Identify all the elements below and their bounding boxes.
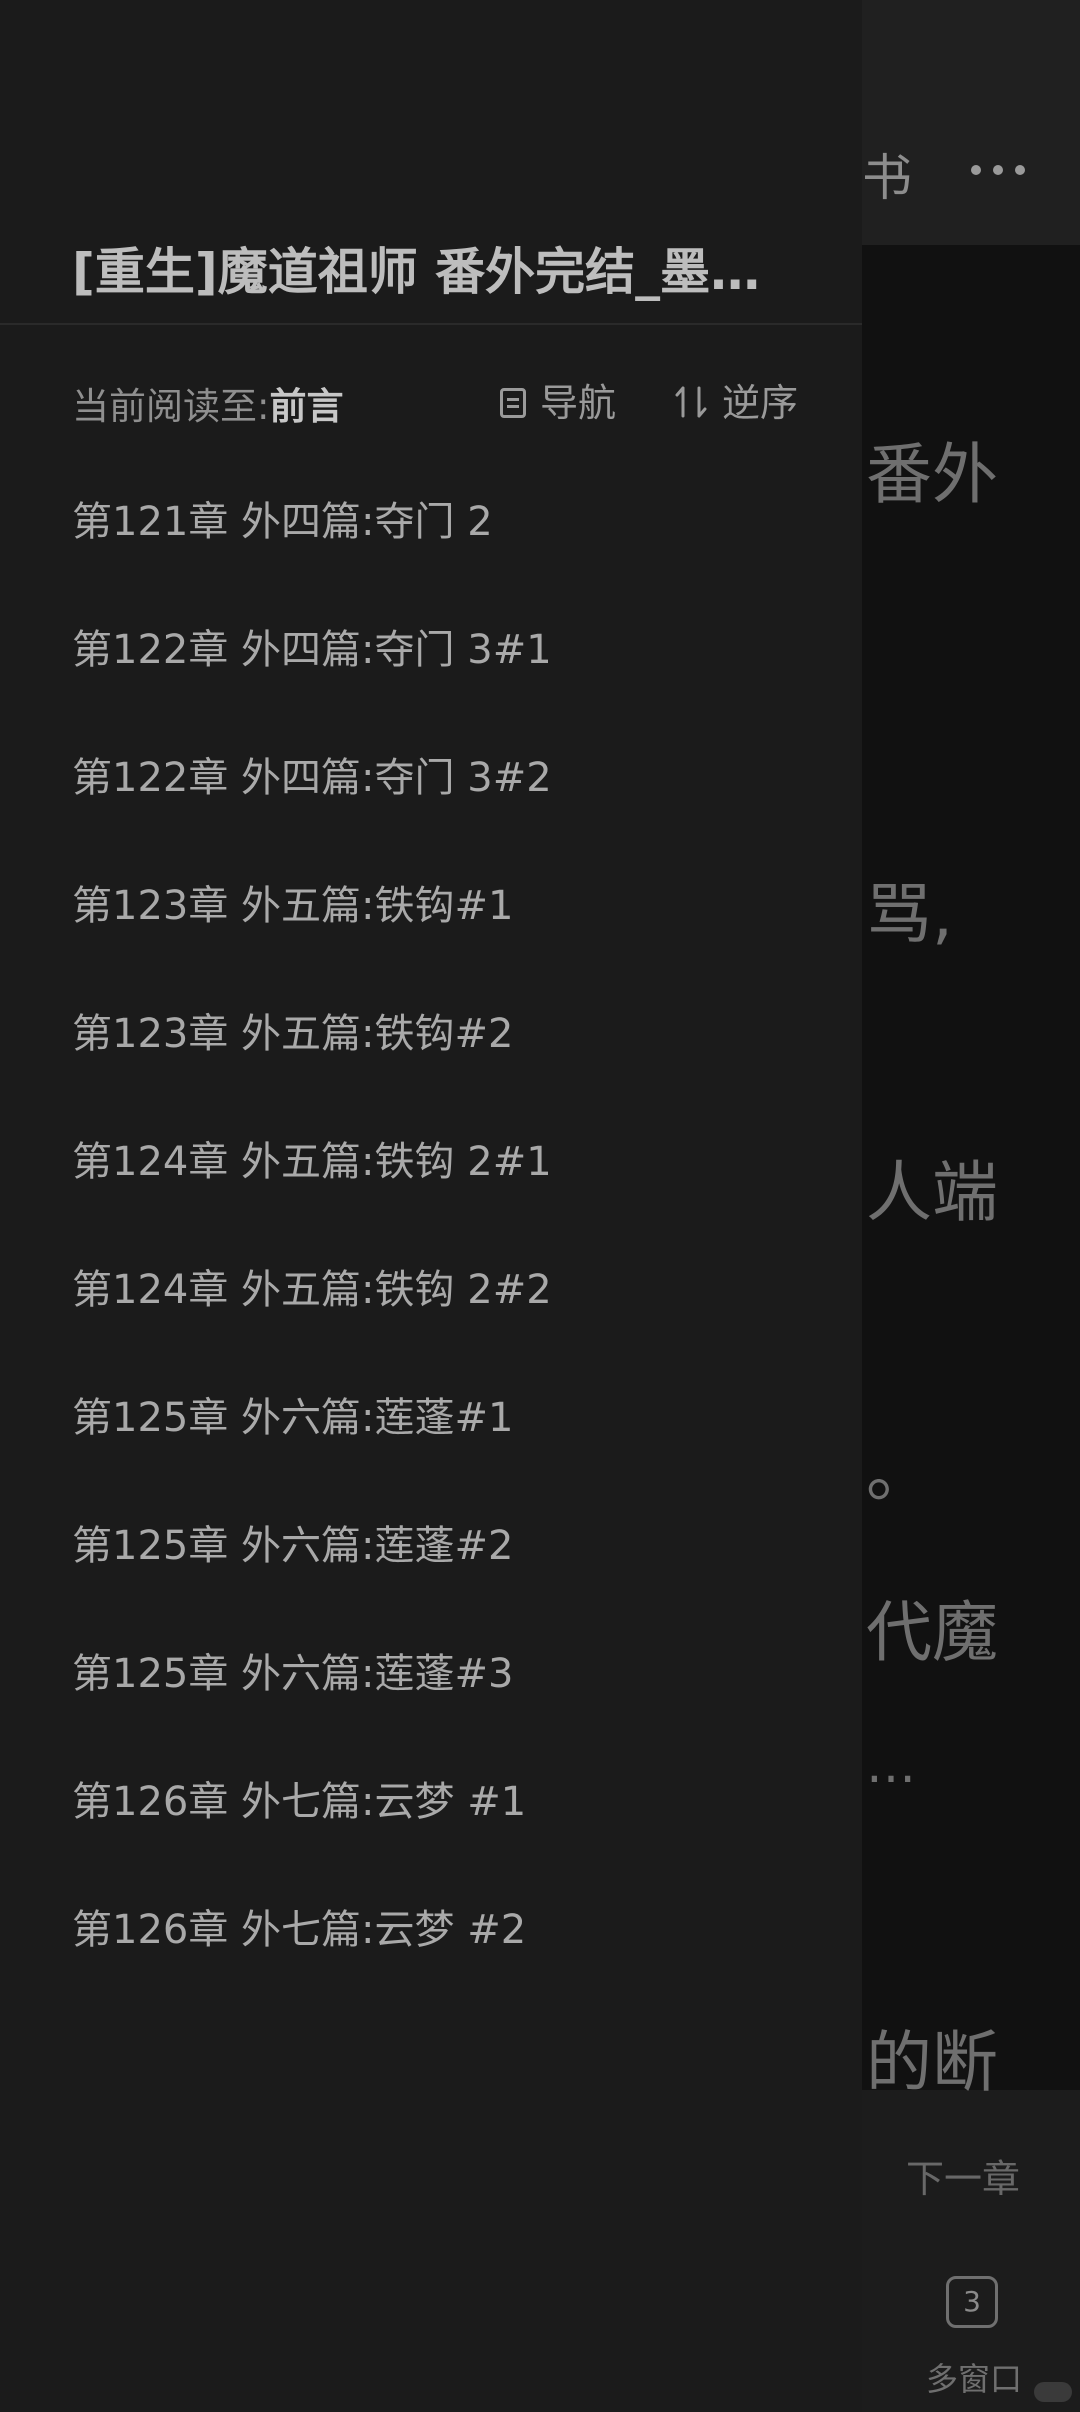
chapter-item[interactable]: 第121章 外四篇:夺门 2 xyxy=(72,470,832,614)
app-screen: 书 番外 骂, 人端 。 代魔 … 的断 下一章 3 多窗口 [重生]魔道祖师 … xyxy=(0,0,1080,2412)
reader-text-line: … xyxy=(866,1736,916,1794)
chapter-item[interactable]: 第122章 外四篇:夺门 3#1 xyxy=(72,598,832,742)
reader-text-line: 番外 xyxy=(866,436,998,513)
reader-text-line: 。 xyxy=(866,1434,932,1511)
navigation-icon xyxy=(500,388,526,418)
reader-top-label[interactable]: 书 xyxy=(862,138,912,210)
chapter-item[interactable]: 第123章 外五篇:铁钩#1 xyxy=(72,854,832,998)
chapter-drawer: [重生]魔道祖师 番外完结_墨… 当前阅读至:前言 导航 逆序 第121章 外四… xyxy=(0,0,862,2412)
chapter-item[interactable]: 第124章 外五篇:铁钩 2#2 xyxy=(72,1238,832,1382)
chapter-item[interactable]: 第126章 外七篇:云梦 #2 xyxy=(72,1878,832,2022)
chapter-item[interactable]: 第125章 外六篇:莲蓬#1 xyxy=(72,1366,832,1510)
reading-progress: 当前阅读至:前言 xyxy=(72,376,343,430)
reader-text-line: 人端 xyxy=(866,1154,998,1231)
reader-text-line: 代魔 xyxy=(866,1594,998,1671)
reader-text-line: 骂, xyxy=(866,876,953,953)
navigation-label: 导航 xyxy=(540,381,617,425)
chapter-item[interactable]: 第124章 外五篇:铁钩 2#1 xyxy=(72,1110,832,1254)
navigation-button[interactable]: 导航 xyxy=(500,372,616,427)
drawer-divider xyxy=(0,323,862,325)
progress-value: 前言 xyxy=(269,385,344,428)
window-count-badge: 3 xyxy=(946,2276,998,2328)
multi-window-label: 多窗口 xyxy=(926,2360,1023,2398)
chapter-item[interactable]: 第125章 外六篇:莲蓬#3 xyxy=(72,1622,832,1766)
book-title: [重生]魔道祖师 番外完结_墨… xyxy=(72,243,761,301)
progress-label: 当前阅读至: xyxy=(72,385,270,428)
chapter-item[interactable]: 第126章 外七篇:云梦 #1 xyxy=(72,1750,832,1894)
more-options-icon[interactable] xyxy=(968,150,1028,190)
chapter-item[interactable]: 第125章 外六篇:莲蓬#2 xyxy=(72,1494,832,1638)
reader-text-line: 的断 xyxy=(866,2024,998,2101)
corner-indicator xyxy=(1034,2382,1072,2402)
reverse-order-button[interactable]: 逆序 xyxy=(674,372,798,427)
chapter-list: 第121章 外四篇:夺门 2 第122章 外四篇:夺门 3#1 第122章 外四… xyxy=(72,470,832,2022)
sort-label: 逆序 xyxy=(722,381,799,425)
chapter-item[interactable]: 第123章 外五篇:铁钩#2 xyxy=(72,982,832,1126)
next-chapter-button[interactable]: 下一章 xyxy=(906,2148,1020,2203)
multi-window-button[interactable]: 3 多窗口 xyxy=(926,2270,1026,2410)
chapter-item[interactable]: 第122章 外四篇:夺门 3#2 xyxy=(72,726,832,870)
sort-icon xyxy=(675,386,707,418)
